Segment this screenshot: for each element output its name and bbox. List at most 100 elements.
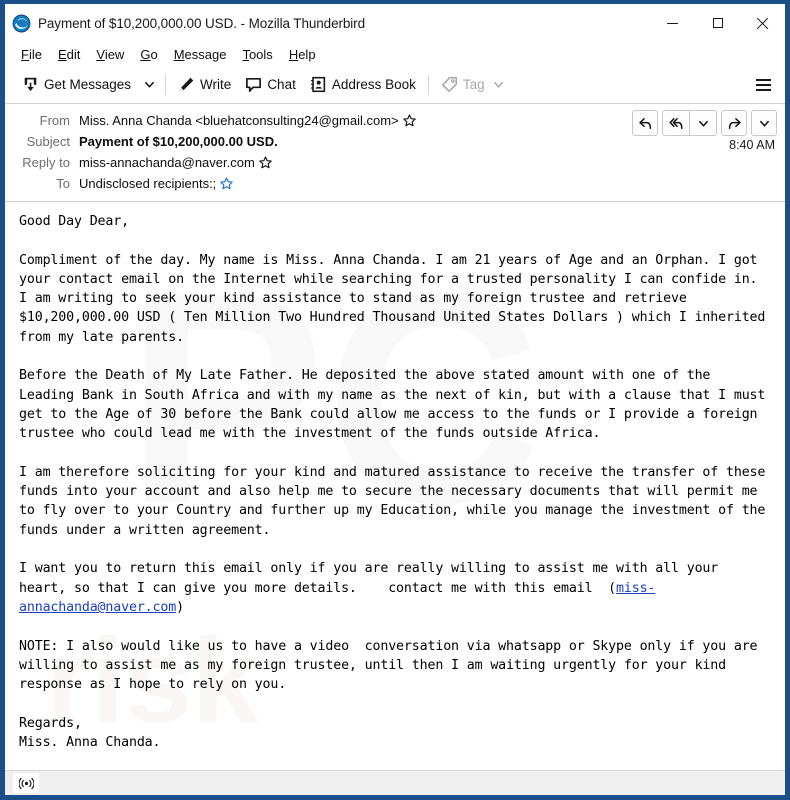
menu-help[interactable]: Help [281, 45, 324, 64]
tag-icon [441, 76, 457, 93]
reply-icon [638, 117, 651, 129]
to-recipients[interactable]: Undisclosed recipients:; [79, 173, 216, 194]
body-greeting: Good Day Dear, [19, 214, 129, 229]
get-messages-dropdown[interactable] [138, 71, 160, 99]
body-closing: Regards, [19, 715, 82, 731]
window-title: Payment of $10,200,000.00 USD. - Mozilla… [38, 15, 365, 31]
chevron-down-icon [698, 120, 708, 127]
add-from-contact-star-icon[interactable] [402, 114, 416, 127]
message-text: Good Day Dear, Compliment of the day. My… [19, 212, 773, 752]
menu-go-accesskey: G [140, 46, 151, 62]
menu-view-label: iew [104, 46, 125, 62]
get-messages-icon [24, 77, 37, 92]
message-body-pane: PC risk Good Day Dear, Compliment of the… [5, 202, 785, 770]
menu-edit[interactable]: Edit [50, 45, 88, 64]
reply-all-dropdown[interactable] [690, 111, 716, 135]
message-actions [632, 110, 777, 136]
menu-edit-label: dit [66, 46, 81, 62]
reply-all-icon [668, 117, 682, 129]
message-time: 8:40 AM [729, 138, 775, 152]
status-bar [5, 770, 785, 795]
add-reply-to-contact-star-icon[interactable] [259, 156, 272, 169]
forward-button[interactable] [721, 110, 747, 136]
write-button[interactable]: Write [171, 71, 238, 99]
menu-tools[interactable]: Tools [234, 45, 280, 64]
tag-label: Tag [462, 77, 485, 92]
menu-go-label: o [150, 46, 158, 62]
address-book-button[interactable]: Address Book [303, 71, 423, 99]
subject-text: Payment of $10,200,000.00 USD. [79, 134, 278, 149]
window-controls [650, 4, 785, 42]
chat-label: Chat [267, 77, 296, 92]
thunderbird-logo-icon [12, 14, 31, 32]
hamburger-line-2 [755, 83, 771, 86]
menu-message-accesskey: M [173, 46, 185, 62]
hamburger-line-3 [755, 88, 771, 91]
maximize-button[interactable] [695, 4, 740, 42]
reply-all-group [662, 110, 717, 136]
menu-view-accesskey: V [96, 46, 105, 62]
forward-icon [728, 117, 741, 129]
window-content: Payment of $10,200,000.00 USD. - Mozilla… [5, 4, 785, 795]
menu-bar: File Edit View Go Message Tools Help [5, 42, 785, 66]
close-button[interactable] [740, 4, 785, 42]
menu-help-label: elp [298, 46, 316, 62]
toolbar-separator-1 [165, 74, 167, 95]
reply-button[interactable] [632, 110, 658, 136]
chat-button[interactable]: Chat [238, 71, 303, 99]
body-paragraph-2: Before the Death of My Late Father. He d… [19, 368, 774, 442]
menu-message-label: essage [184, 46, 227, 62]
reply-all-button[interactable] [663, 111, 689, 135]
thunderbird-window: Payment of $10,200,000.00 USD. - Mozilla… [0, 0, 790, 800]
menu-file[interactable]: File [13, 45, 50, 64]
message-header: From Miss. Anna Chanda <bluehatconsultin… [5, 104, 785, 202]
menu-help-accesskey: H [288, 46, 299, 62]
address-book-icon [310, 76, 326, 93]
pencil-icon [180, 77, 194, 92]
get-messages-button[interactable]: Get Messages [15, 71, 138, 99]
reply-to-row: Reply to miss-annachanda@naver.com [13, 152, 777, 173]
toolbar-separator-2 [427, 74, 429, 95]
reply-to-value: miss-annachanda@naver.com [79, 152, 777, 173]
minimize-button[interactable] [650, 4, 695, 42]
body-paragraph-3: I am therefore soliciting for your kind … [19, 464, 774, 538]
body-paragraph-5: NOTE: I also would like us to have a vid… [19, 638, 766, 693]
reply-to-label: Reply to [22, 155, 70, 170]
hamburger-line-1 [755, 78, 771, 81]
rss-broadcast-icon [18, 777, 34, 789]
tag-chevron-down-icon [493, 81, 503, 88]
app-menu-button[interactable] [749, 71, 777, 99]
status-icon-container[interactable] [13, 773, 39, 793]
menu-file-label: ile [28, 46, 42, 62]
from-address[interactable]: Miss. Anna Chanda <bluehatconsulting24@g… [79, 110, 399, 131]
menu-file-accesskey: F [21, 46, 29, 62]
tag-button[interactable]: Tag [434, 71, 511, 99]
chevron-down-icon [144, 81, 154, 88]
menu-view[interactable]: View [88, 45, 132, 64]
main-toolbar: Get Messages Write Chat Address Book Tag [5, 66, 785, 104]
to-row: To Undisclosed recipients:; [13, 173, 777, 194]
title-bar: Payment of $10,200,000.00 USD. - Mozilla… [5, 4, 785, 42]
chat-bubble-icon [246, 77, 262, 92]
maximize-icon [712, 18, 723, 28]
body-paragraph-4-post: ) [176, 599, 184, 615]
get-messages-label: Get Messages [44, 77, 132, 92]
body-signature: Miss. Anna Chanda. [19, 735, 161, 751]
address-book-label: Address Book [331, 77, 416, 92]
close-icon [756, 17, 769, 30]
menu-message[interactable]: Message [166, 45, 235, 64]
more-actions-button[interactable] [751, 110, 777, 136]
minimize-icon [667, 22, 678, 24]
menu-edit-accesskey: E [57, 46, 67, 62]
menu-go[interactable]: Go [132, 45, 165, 64]
write-label: Write [200, 77, 232, 92]
from-label: From [39, 113, 70, 128]
body-paragraph-1: Compliment of the day. My name is Miss. … [19, 252, 774, 345]
menu-tools-label: ools [248, 46, 273, 62]
reply-to-address[interactable]: miss-annachanda@naver.com [79, 152, 255, 173]
subject-label: Subject [26, 134, 70, 149]
to-label: To [56, 176, 70, 191]
chevron-down-icon [759, 120, 769, 127]
add-to-contact-star-icon[interactable] [220, 177, 234, 190]
to-value: Undisclosed recipients:; [79, 173, 777, 194]
